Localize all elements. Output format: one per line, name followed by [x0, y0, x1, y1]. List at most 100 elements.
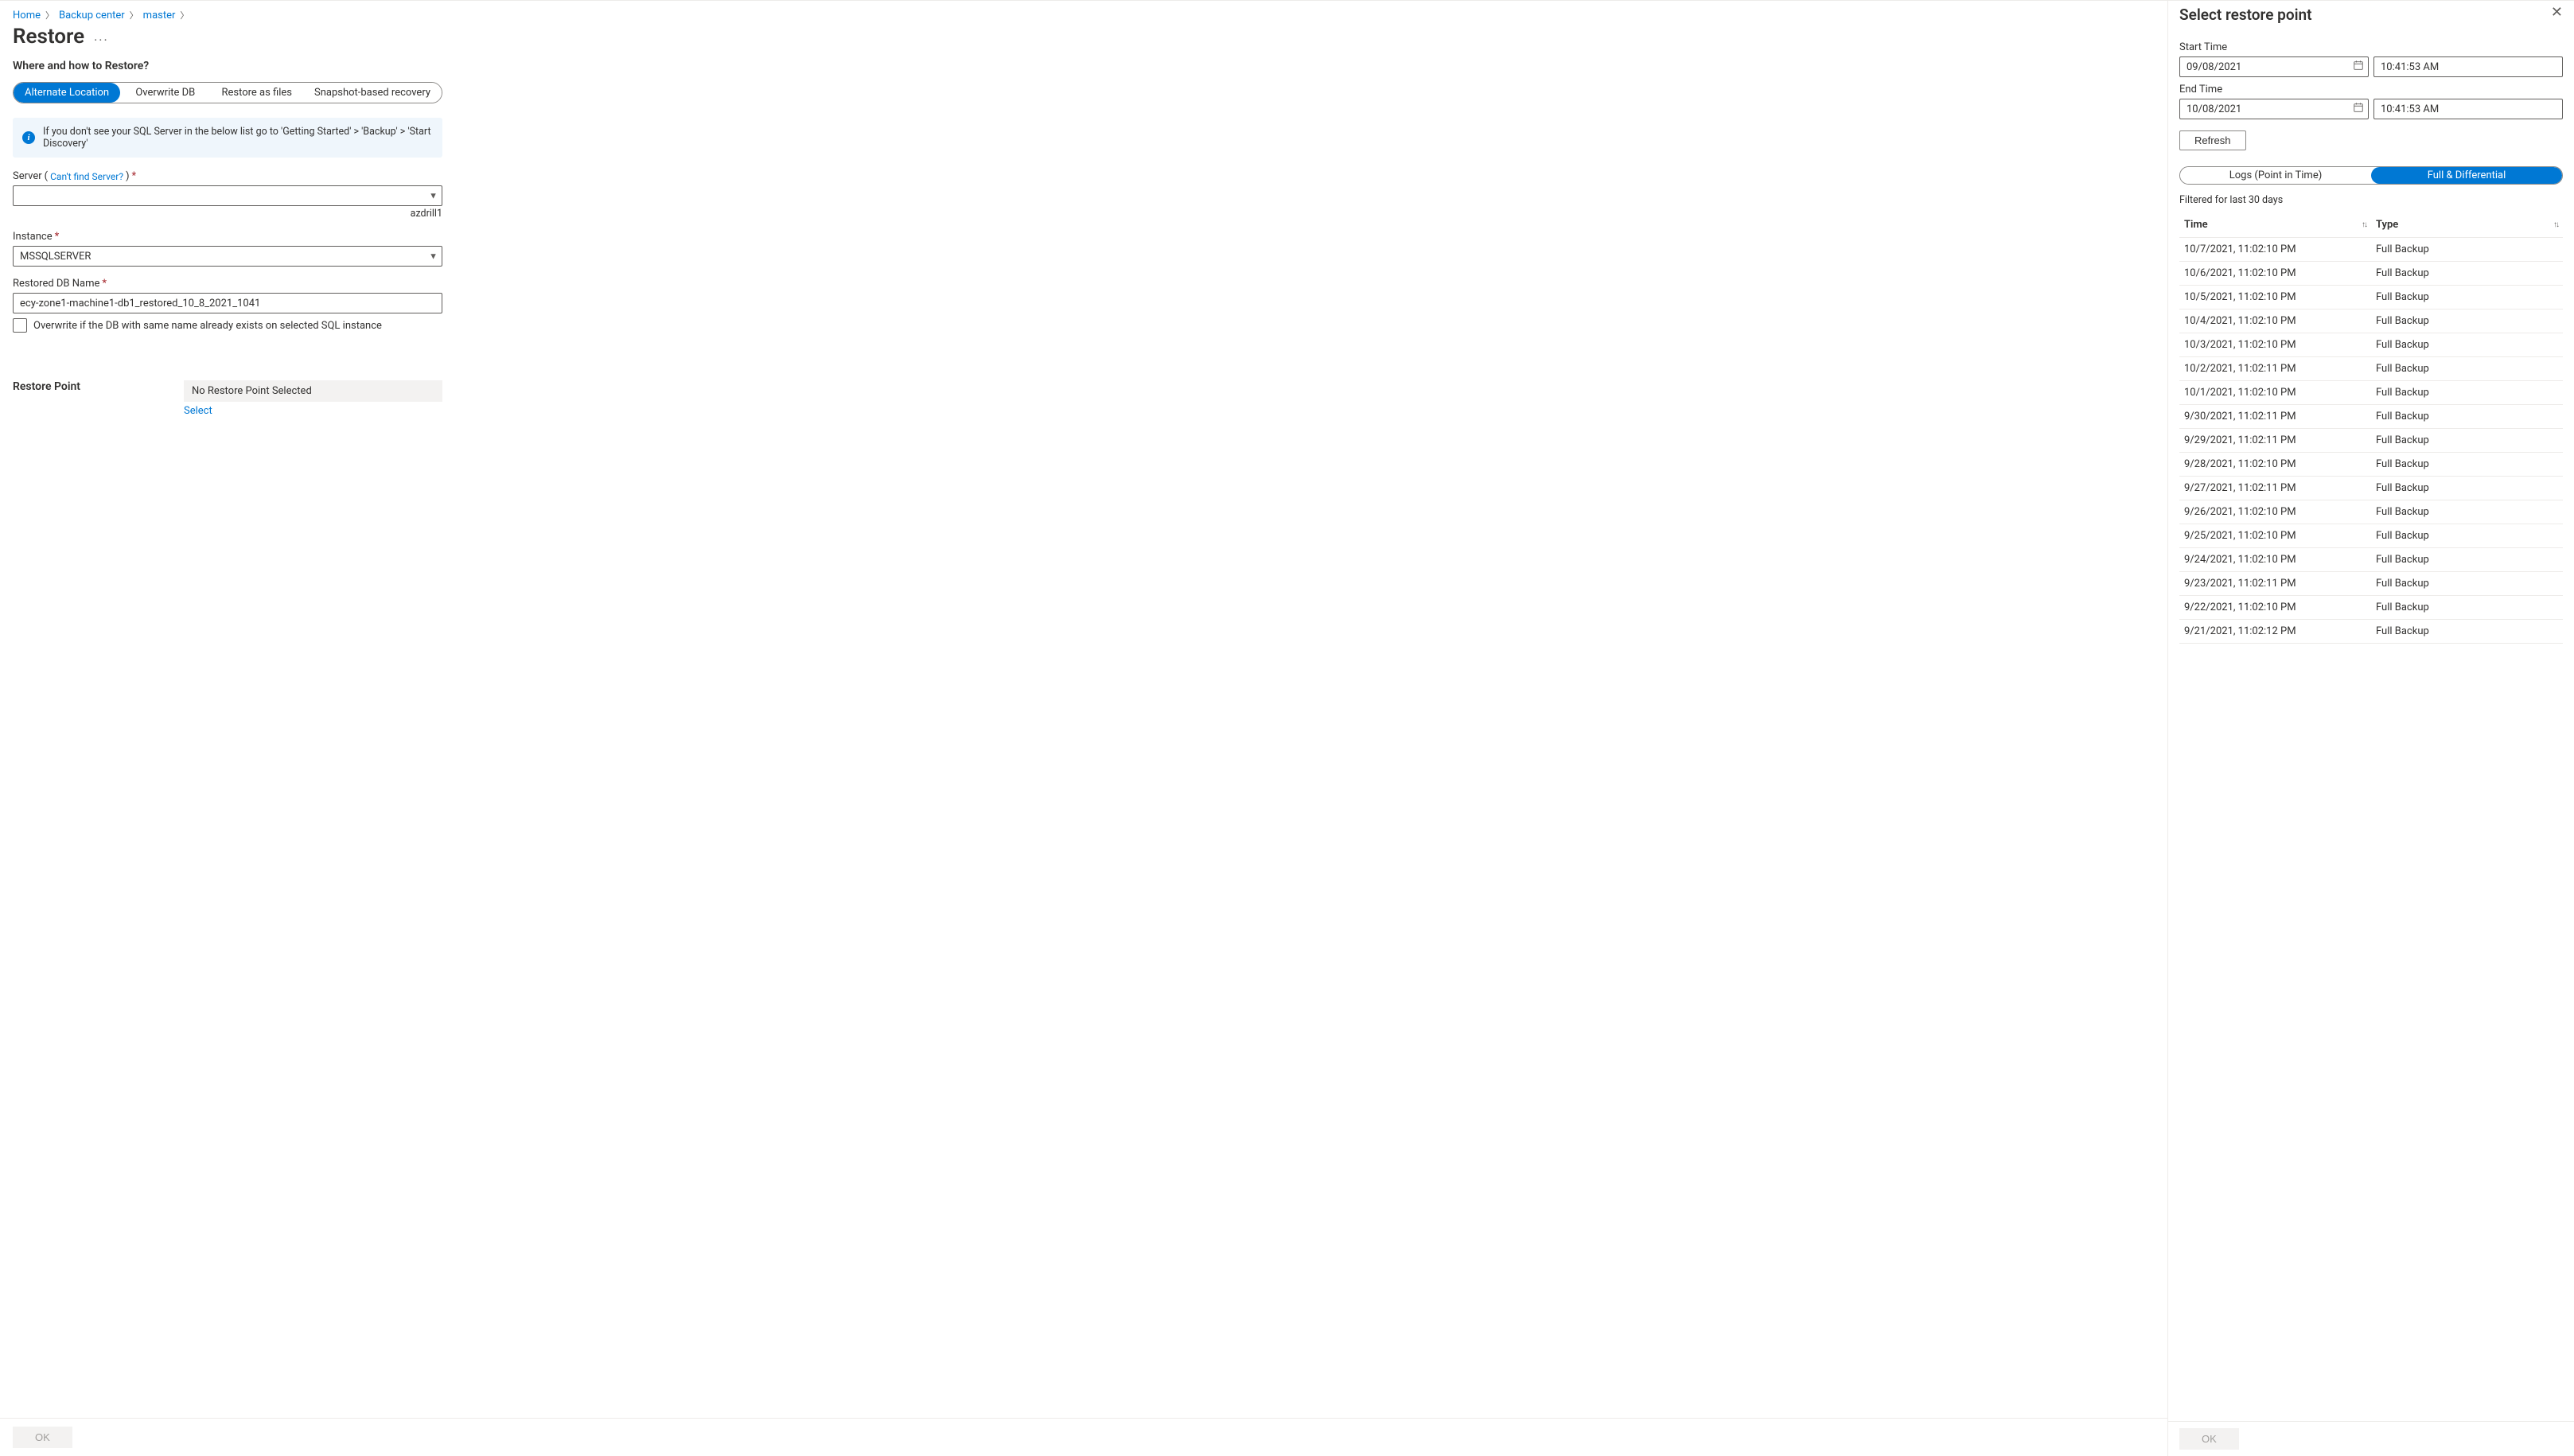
more-icon[interactable]: ···	[94, 33, 109, 48]
cell-time: 9/24/2021, 11:02:10 PM	[2179, 548, 2371, 572]
server-label: Server	[13, 170, 42, 182]
cell-type: Full Backup	[2371, 453, 2563, 477]
col-time-header[interactable]: Time↑↓	[2179, 212, 2371, 238]
instance-label: Instance	[13, 231, 53, 243]
table-row[interactable]: 10/4/2021, 11:02:10 PMFull Backup	[2179, 309, 2563, 333]
table-row[interactable]: 10/1/2021, 11:02:10 PMFull Backup	[2179, 381, 2563, 405]
table-row[interactable]: 9/27/2021, 11:02:11 PMFull Backup	[2179, 477, 2563, 500]
ok-button-main[interactable]: OK	[13, 1427, 72, 1448]
cell-type: Full Backup	[2371, 500, 2563, 524]
cell-time: 9/29/2021, 11:02:11 PM	[2179, 429, 2371, 453]
table-row[interactable]: 9/21/2021, 11:02:12 PMFull Backup	[2179, 620, 2563, 644]
overwrite-checkbox[interactable]	[13, 318, 27, 333]
required-icon: *	[55, 231, 60, 243]
end-date-input[interactable]	[2179, 99, 2369, 119]
cell-time: 9/30/2021, 11:02:11 PM	[2179, 405, 2371, 429]
end-time-label: End Time	[2179, 84, 2563, 95]
table-row[interactable]: 9/23/2021, 11:02:11 PMFull Backup	[2179, 572, 2563, 596]
cell-time: 10/4/2021, 11:02:10 PM	[2179, 309, 2371, 333]
cell-type: Full Backup	[2371, 572, 2563, 596]
pill-logs-pit[interactable]: Logs (Point in Time)	[2180, 167, 2371, 184]
required-icon: *	[102, 278, 107, 290]
cell-time: 9/22/2021, 11:02:10 PM	[2179, 596, 2371, 620]
sort-icon: ↑↓	[2362, 220, 2366, 229]
cell-type: Full Backup	[2371, 309, 2563, 333]
cell-time: 9/28/2021, 11:02:10 PM	[2179, 453, 2371, 477]
restored-name-input[interactable]	[13, 293, 442, 313]
end-time-input[interactable]	[2373, 99, 2563, 119]
restored-name-label: Restored DB Name	[13, 278, 99, 290]
filter-note: Filtered for last 30 days	[2179, 194, 2563, 206]
col-type-header[interactable]: Type↑↓	[2371, 212, 2563, 238]
table-row[interactable]: 9/28/2021, 11:02:10 PMFull Backup	[2179, 453, 2563, 477]
cell-time: 9/21/2021, 11:02:12 PM	[2179, 620, 2371, 644]
cell-time: 10/7/2021, 11:02:10 PM	[2179, 238, 2371, 262]
restore-point-table: Time↑↓ Type↑↓ 10/7/2021, 11:02:10 PMFull…	[2179, 212, 2563, 644]
cell-time: 10/2/2021, 11:02:11 PM	[2179, 357, 2371, 381]
cell-type: Full Backup	[2371, 405, 2563, 429]
cell-type: Full Backup	[2371, 286, 2563, 309]
server-help-open: (	[45, 170, 48, 182]
cell-time: 10/1/2021, 11:02:10 PM	[2179, 381, 2371, 405]
table-row[interactable]: 9/30/2021, 11:02:11 PMFull Backup	[2179, 405, 2563, 429]
table-row[interactable]: 9/25/2021, 11:02:10 PMFull Backup	[2179, 524, 2563, 548]
table-row[interactable]: 10/6/2021, 11:02:10 PMFull Backup	[2179, 262, 2563, 286]
pill-snapshot-recovery[interactable]: Snapshot-based recovery	[303, 83, 442, 103]
info-banner: i If you don't see your SQL Server in th…	[13, 118, 442, 158]
pill-alternate-location[interactable]: Alternate Location	[14, 83, 120, 103]
cell-time: 9/26/2021, 11:02:10 PM	[2179, 500, 2371, 524]
restore-point-label: Restore Point	[13, 380, 184, 393]
close-icon[interactable]: ✕	[2551, 6, 2563, 20]
cell-type: Full Backup	[2371, 548, 2563, 572]
cell-time: 10/3/2021, 11:02:10 PM	[2179, 333, 2371, 357]
overwrite-label: Overwrite if the DB with same name alrea…	[33, 320, 382, 332]
cell-type: Full Backup	[2371, 357, 2563, 381]
table-row[interactable]: 9/29/2021, 11:02:11 PMFull Backup	[2179, 429, 2563, 453]
required-icon: *	[132, 170, 137, 182]
cell-time: 9/23/2021, 11:02:11 PM	[2179, 572, 2371, 596]
blade-title: Select restore point	[2179, 6, 2312, 24]
chevron-right-icon: 〉	[180, 9, 189, 21]
sort-icon: ↑↓	[2553, 220, 2558, 229]
table-row[interactable]: 9/24/2021, 11:02:10 PMFull Backup	[2179, 548, 2563, 572]
chevron-right-icon: 〉	[45, 9, 54, 21]
table-row[interactable]: 10/5/2021, 11:02:10 PMFull Backup	[2179, 286, 2563, 309]
ok-button-blade[interactable]: OK	[2179, 1428, 2239, 1450]
restore-mode-pills: Alternate Location Overwrite DB Restore …	[13, 82, 442, 103]
table-row[interactable]: 10/2/2021, 11:02:11 PMFull Backup	[2179, 357, 2563, 381]
start-date-input[interactable]	[2179, 56, 2369, 77]
cell-time: 9/27/2021, 11:02:11 PM	[2179, 477, 2371, 500]
breadcrumb-master[interactable]: master	[143, 10, 176, 21]
pill-full-diff[interactable]: Full & Differential	[2371, 167, 2562, 184]
refresh-button[interactable]: Refresh	[2179, 130, 2246, 150]
pill-restore-as-files[interactable]: Restore as files	[210, 83, 303, 103]
table-row[interactable]: 9/22/2021, 11:02:10 PMFull Backup	[2179, 596, 2563, 620]
page-title: Restore	[13, 25, 84, 49]
start-time-label: Start Time	[2179, 41, 2563, 53]
restore-point-value: No Restore Point Selected	[184, 380, 442, 402]
info-icon: i	[22, 131, 35, 144]
cell-type: Full Backup	[2371, 262, 2563, 286]
cell-time: 10/5/2021, 11:02:10 PM	[2179, 286, 2371, 309]
chevron-right-icon: 〉	[130, 9, 138, 21]
breadcrumb-home[interactable]: Home	[13, 10, 41, 21]
table-row[interactable]: 10/7/2021, 11:02:10 PMFull Backup	[2179, 238, 2563, 262]
info-banner-text: If you don't see your SQL Server in the …	[43, 126, 433, 150]
table-row[interactable]: 9/26/2021, 11:02:10 PMFull Backup	[2179, 500, 2563, 524]
cell-time: 10/6/2021, 11:02:10 PM	[2179, 262, 2371, 286]
cell-type: Full Backup	[2371, 477, 2563, 500]
server-hint: azdrill1	[13, 208, 442, 220]
pill-overwrite-db[interactable]: Overwrite DB	[120, 83, 210, 103]
section-heading-where: Where and how to Restore?	[13, 60, 2155, 72]
cell-type: Full Backup	[2371, 620, 2563, 644]
breadcrumb-backup-center[interactable]: Backup center	[59, 10, 125, 21]
start-time-input[interactable]	[2373, 56, 2563, 77]
server-help-link[interactable]: Can't find Server?	[50, 171, 123, 182]
server-help-close: )	[126, 170, 130, 182]
table-row[interactable]: 10/3/2021, 11:02:10 PMFull Backup	[2179, 333, 2563, 357]
server-select[interactable]	[13, 185, 442, 206]
cell-type: Full Backup	[2371, 333, 2563, 357]
restore-point-select-link[interactable]: Select	[184, 405, 212, 417]
cell-type: Full Backup	[2371, 596, 2563, 620]
instance-select[interactable]: MSSQLSERVER	[13, 246, 442, 267]
